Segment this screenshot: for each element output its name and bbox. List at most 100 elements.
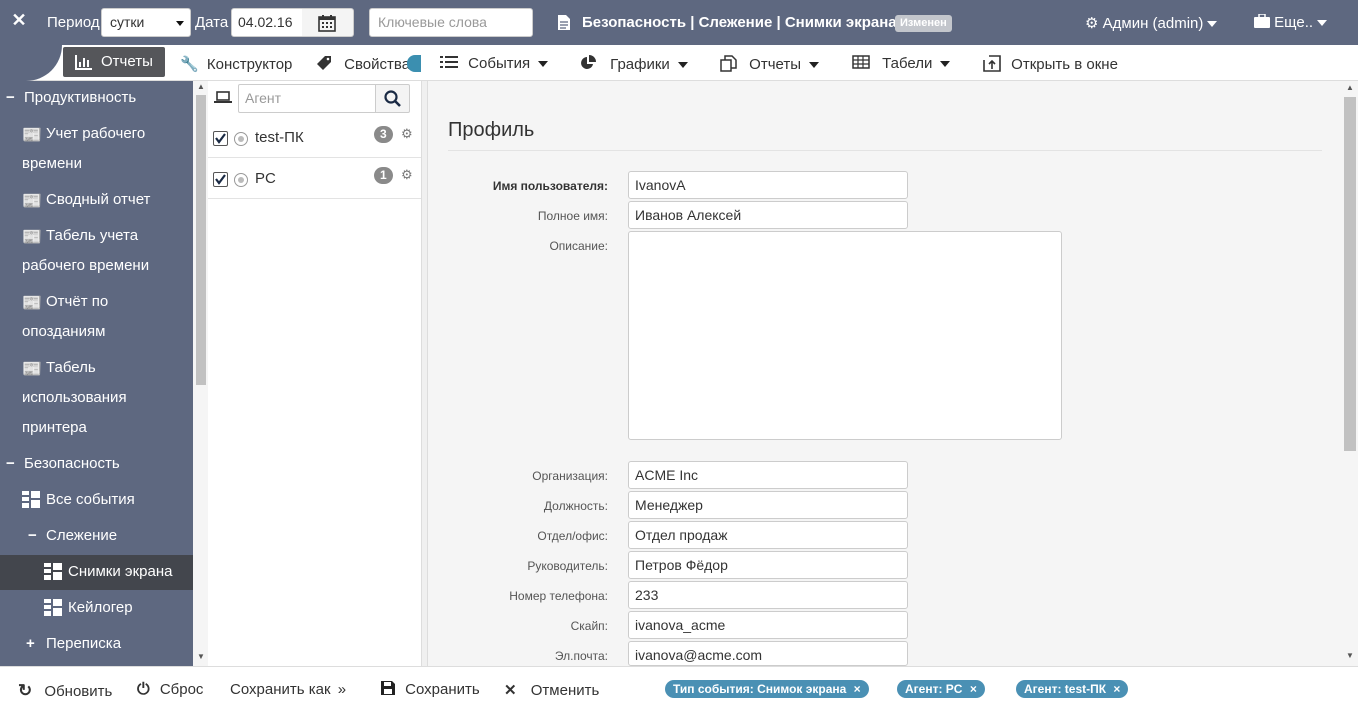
save-as-button[interactable]: Сохранить как » <box>230 681 346 698</box>
reset-button[interactable]: ⏻ Сброс <box>137 681 203 699</box>
reports-menu[interactable]: Отчеты <box>720 55 820 73</box>
sidebar-item-printer-cont[interactable]: использования <box>22 383 127 413</box>
gears-icon[interactable]: ⚙ <box>401 126 413 142</box>
sidebar-group-productivity[interactable]: Продуктивность <box>24 83 136 113</box>
save-label: Сохранить <box>405 681 480 698</box>
tab-constructor[interactable]: 🔧 Конструктор <box>180 55 292 73</box>
copy-icon <box>720 55 737 72</box>
sidebar-item-summary[interactable]: Сводный отчет <box>46 185 150 215</box>
period-select[interactable]: сутки <box>101 8 191 37</box>
collapse-icon[interactable]: − <box>6 83 15 113</box>
refresh-icon: ↻ <box>18 681 33 700</box>
agent-row[interactable]: test-ПК 3 ⚙ <box>208 117 421 158</box>
description-textarea[interactable] <box>628 231 1062 440</box>
close-icon[interactable]: × <box>970 682 977 696</box>
grid-icon <box>44 599 62 616</box>
filter-chip[interactable]: Агент: test-ПК × <box>1016 680 1129 698</box>
username-field[interactable]: IvanovA <box>628 171 908 199</box>
chevron-down-icon <box>677 62 688 69</box>
position-field[interactable]: Менеджер <box>628 491 908 519</box>
collapse-icon[interactable]: − <box>6 449 15 479</box>
events-menu[interactable]: События <box>440 55 549 72</box>
chevron-down-icon <box>538 61 549 68</box>
agent-row[interactable]: PC 1 ⚙ <box>208 158 421 199</box>
timesheets-menu-label: Табели <box>882 55 933 72</box>
divider <box>448 150 1322 151</box>
agent-search-input[interactable]: Агент <box>238 84 376 113</box>
agent-radio[interactable] <box>234 132 248 146</box>
scroll-up-arrow[interactable]: ▲ <box>197 82 205 91</box>
date-input[interactable]: 04.02.16 <box>231 8 303 37</box>
sidebar-item-printer-cont2[interactable]: принтера <box>22 413 87 443</box>
agent-checkbox[interactable] <box>213 172 228 187</box>
close-icon[interactable]: × <box>854 682 861 696</box>
main-scrollbar-thumb[interactable] <box>1344 97 1356 451</box>
sidebar-group-tracking[interactable]: Слежение <box>46 521 117 551</box>
scroll-down-arrow[interactable]: ▼ <box>197 652 205 661</box>
collapse-icon[interactable]: − <box>28 521 37 551</box>
sidebar-item-printer[interactable]: Табель <box>46 353 96 383</box>
sidebar-item-timesheet-cont[interactable]: рабочего времени <box>22 251 149 281</box>
sidebar-item-all-events[interactable]: Все события <box>46 485 135 515</box>
sidebar-item-lateness[interactable]: Отчёт по <box>46 287 108 317</box>
agent-count-badge: 1 <box>374 167 393 184</box>
tab-constructor-label: Конструктор <box>206 56 293 73</box>
timesheets-menu[interactable]: Табели <box>852 55 951 72</box>
tab-reports[interactable]: Отчеты <box>63 47 165 77</box>
user-menu[interactable]: ⚙ Админ (admin) <box>1085 14 1218 32</box>
cancel-button[interactable]: ✕ Отменить <box>504 681 599 699</box>
agent-search-button[interactable] <box>375 84 410 113</box>
check-icon <box>215 174 226 185</box>
scroll-up-arrow[interactable]: ▲ <box>1346 83 1354 92</box>
reports-menu-label: Отчеты <box>749 56 802 73</box>
keywords-input[interactable]: Ключевые слова <box>369 8 533 37</box>
sidebar-item-keylogger[interactable]: Кейлогер <box>68 593 133 623</box>
sidebar-item-lateness-cont[interactable]: опозданиям <box>22 317 105 347</box>
sidebar-scrollbar-thumb[interactable] <box>196 95 206 385</box>
charts-menu-label: Графики <box>610 56 670 73</box>
sidebar-group-security[interactable]: Безопасность <box>24 449 120 479</box>
phone-field[interactable]: 233 <box>628 581 908 609</box>
period-label: Период <box>47 14 100 31</box>
report-doc-icon: 📰 <box>22 127 42 144</box>
panel-splitter[interactable] <box>421 81 428 666</box>
save-as-label: Сохранить как <box>230 681 331 698</box>
sidebar-item-correspondence[interactable]: Переписка <box>46 629 121 659</box>
tab-properties[interactable]: Свойства <box>316 55 410 73</box>
close-icon[interactable]: × <box>1113 682 1120 696</box>
agent-radio[interactable] <box>234 173 248 187</box>
agent-checkbox[interactable] <box>213 131 228 146</box>
tab-properties-label: Свойства <box>344 56 411 73</box>
email-field[interactable]: ivanova@acme.com <box>628 641 908 666</box>
fullname-field[interactable]: Иванов Алексей <box>628 201 908 229</box>
calendar-button[interactable] <box>302 8 354 37</box>
wrench-icon: 🔧 <box>180 56 199 73</box>
filter-chip[interactable]: Тип события: Снимок экрана × <box>665 680 869 698</box>
open-window-icon <box>983 55 1001 72</box>
scroll-down-arrow[interactable]: ▼ <box>1346 651 1354 660</box>
sidebar-item-screenshots[interactable]: Снимки экрана <box>68 557 172 587</box>
more-menu[interactable]: Еще.. <box>1254 13 1328 31</box>
date-value: 04.02.16 <box>238 14 293 30</box>
filter-chip[interactable]: Агент: PC × <box>897 680 985 698</box>
chevron-down-icon <box>809 62 820 69</box>
page-title: Профиль <box>448 119 535 141</box>
document-icon <box>558 15 570 30</box>
refresh-button[interactable]: ↻ Обновить <box>18 681 112 701</box>
sidebar-item-work-time-cont[interactable]: времени <box>22 149 82 179</box>
skype-field[interactable]: ivanova_acme <box>628 611 908 639</box>
email-label: Эл.почта: <box>554 649 608 663</box>
department-field[interactable]: Отдел продаж <box>628 521 908 549</box>
save-button[interactable]: Сохранить <box>381 681 480 698</box>
open-in-window-button[interactable]: Открыть в окне <box>983 55 1118 73</box>
sidebar-item-work-time[interactable]: Учет рабочего <box>46 119 145 149</box>
sidebar-item-timesheet[interactable]: Табель учета <box>46 221 138 251</box>
check-icon <box>215 133 226 144</box>
close-button[interactable]: ✕ <box>0 0 38 45</box>
gears-icon[interactable]: ⚙ <box>401 167 413 183</box>
expand-icon[interactable]: + <box>26 629 35 659</box>
organization-field[interactable]: ACME Inc <box>628 461 908 489</box>
fullname-label: Полное имя: <box>537 209 608 223</box>
charts-menu[interactable]: Графики <box>580 55 688 73</box>
manager-field[interactable]: Петров Фёдор <box>628 551 908 579</box>
